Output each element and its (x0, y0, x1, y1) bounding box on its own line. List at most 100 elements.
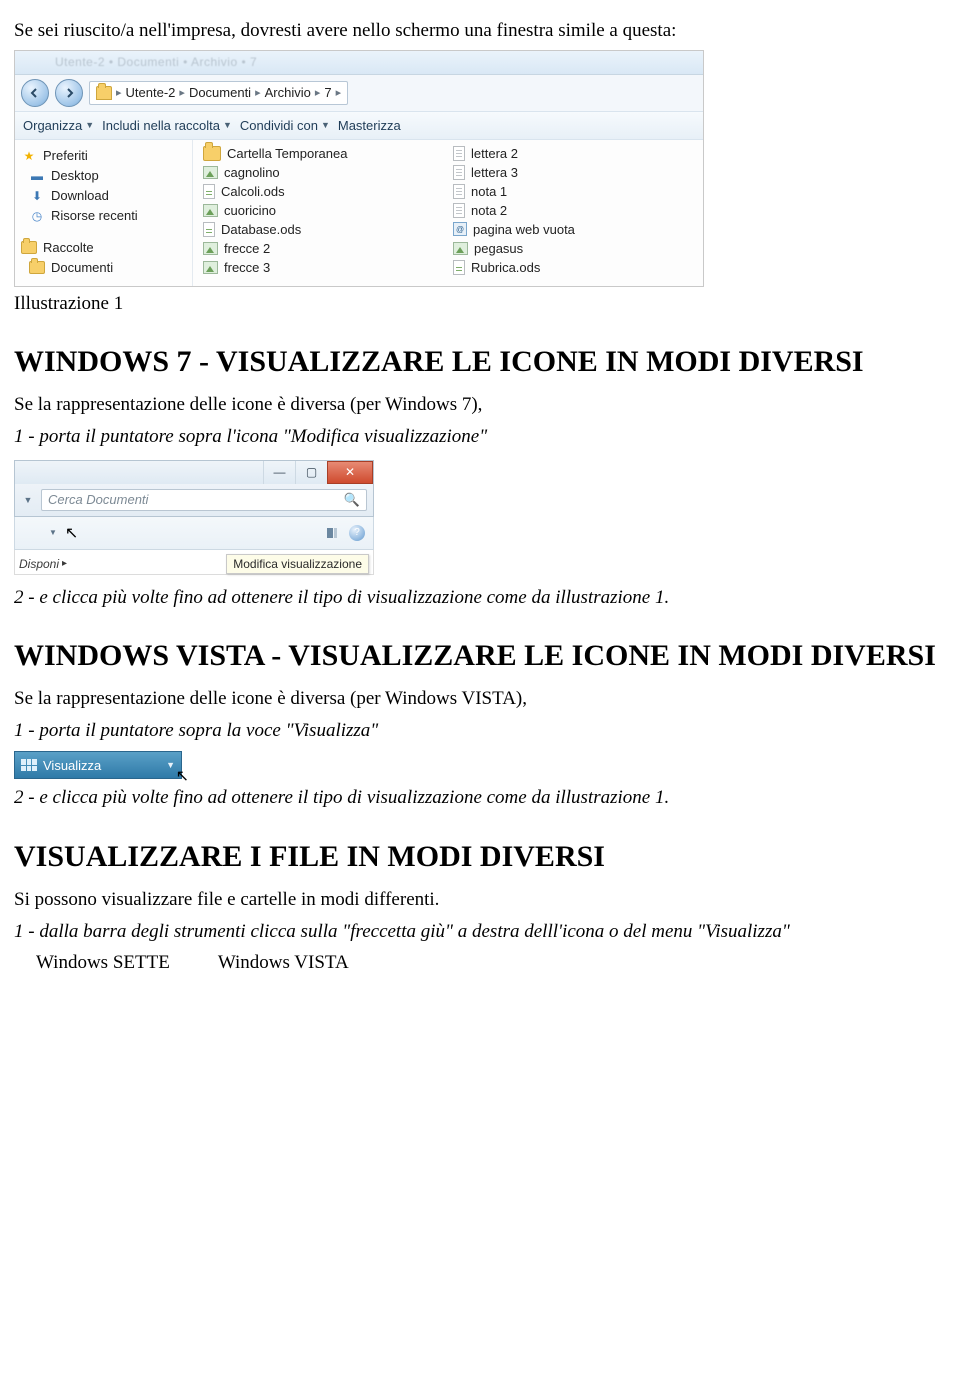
screenshot-visualizza-vista: Visualizza ▼ ↖ (14, 751, 182, 779)
instruction-step: 1 - dalla barra degli strumenti clicca s… (14, 919, 946, 945)
burn-button[interactable]: Masterizza (338, 118, 401, 133)
image-icon (203, 166, 218, 179)
chevron-right-icon: ▸ (255, 86, 261, 99)
folder-icon (203, 146, 221, 161)
footer-label-right: Windows VISTA (218, 952, 349, 974)
file-item[interactable]: Rubrica.ods (443, 258, 693, 277)
breadcrumb-item[interactable]: Utente-2 (126, 85, 176, 100)
share-menu[interactable]: Condividi con▼ (240, 118, 330, 133)
tooltip: Modifica visualizzazione (226, 554, 369, 574)
help-icon[interactable]: ? (349, 525, 365, 541)
preview-pane-icon[interactable] (327, 528, 337, 538)
chevron-right-icon: ▸ (336, 86, 342, 99)
image-icon (203, 204, 218, 217)
chevron-right-icon: ▸ (116, 86, 122, 99)
spreadsheet-icon (203, 222, 215, 237)
search-placeholder: Cerca Documenti (48, 492, 148, 507)
sidebar-item-desktop[interactable]: ▬Desktop (15, 166, 192, 186)
view-grid-icon (21, 759, 37, 771)
file-item[interactable]: @pagina web vuota (443, 220, 693, 239)
libraries-icon (21, 240, 37, 256)
file-item[interactable]: nota 2 (443, 201, 693, 220)
footer-labels: Windows SETTE Windows VISTA (36, 952, 946, 974)
spreadsheet-icon (453, 260, 465, 275)
toolbar: Organizza▼ Includi nella raccolta▼ Condi… (15, 112, 703, 140)
maximize-button[interactable]: ▢ (295, 461, 327, 484)
breadcrumb-item[interactable]: Documenti (189, 85, 251, 100)
sidebar: ★Preferiti ▬Desktop ⬇Download ◷Risorse r… (15, 140, 193, 286)
cursor-icon: ↖ (65, 523, 78, 543)
file-item[interactable]: pegasus (443, 239, 693, 258)
sidebar-favorites-header[interactable]: ★Preferiti (15, 146, 192, 166)
folder-icon (96, 86, 112, 100)
heading-win7-visualize: WINDOWS 7 - VISUALIZZARE LE ICONE IN MOD… (14, 344, 946, 380)
forward-button[interactable] (55, 79, 83, 107)
breadcrumb-item[interactable]: 7 (324, 85, 331, 100)
chevron-down-icon[interactable]: ▼ (49, 528, 57, 537)
window-buttons: — ▢ ✕ (14, 460, 374, 484)
image-icon (203, 242, 218, 255)
cursor-icon: ↖ (176, 766, 189, 786)
chevron-right-icon: ▸ (315, 86, 321, 99)
instruction-step: 1 - porta il puntatore sopra la voce "Vi… (14, 718, 946, 744)
file-item[interactable]: cuoricino (193, 201, 443, 220)
sidebar-item-documents[interactable]: Documenti (15, 258, 192, 278)
download-icon: ⬇ (29, 188, 45, 204)
heading-vista-visualize: WINDOWS VISTA - VISUALIZZARE LE ICONE IN… (14, 638, 946, 674)
folder-icon (29, 260, 45, 276)
arrange-label[interactable]: Disponi (19, 557, 59, 571)
arrange-row: Disponi ▸ Modifica visualizzazione (14, 550, 374, 575)
image-icon (453, 242, 468, 255)
sidebar-item-recent[interactable]: ◷Risorse recenti (15, 206, 192, 226)
chevron-down-icon[interactable]: ▼ (21, 495, 35, 505)
titlebar: Utente-2 • Documenti • Archivio • 7 (15, 51, 703, 75)
close-button[interactable]: ✕ (327, 461, 373, 484)
paragraph: Se la rappresentazione delle icone è div… (14, 686, 946, 712)
file-item[interactable]: Calcoli.ods (193, 182, 443, 201)
intro-text: Se sei riuscito/a nell'impresa, dovresti… (14, 18, 946, 44)
document-icon (453, 184, 465, 199)
chevron-down-icon: ▼ (321, 120, 330, 130)
chevron-down-icon: ▼ (85, 120, 94, 130)
titlebar-blur-text: Utente-2 • Documenti • Archivio • 7 (55, 55, 257, 69)
footer-label-left: Windows SETTE (36, 952, 170, 974)
breadcrumb-item[interactable]: Archivio (265, 85, 311, 100)
address-bar[interactable]: ▸ Utente-2 ▸ Documenti ▸ Archivio ▸ 7 ▸ (89, 81, 348, 105)
web-icon: @ (453, 222, 467, 236)
organize-menu[interactable]: Organizza▼ (23, 118, 94, 133)
paragraph: Se la rappresentazione delle icone è div… (14, 392, 946, 418)
paragraph: Si possono visualizzare file e cartelle … (14, 887, 946, 913)
screenshot-explorer-win7: Utente-2 • Documenti • Archivio • 7 ▸ Ut… (14, 50, 704, 287)
search-input[interactable]: Cerca Documenti 🔍 (41, 489, 367, 511)
file-item[interactable]: Cartella Temporanea (193, 144, 443, 163)
sidebar-item-download[interactable]: ⬇Download (15, 186, 192, 206)
nav-row: ▸ Utente-2 ▸ Documenti ▸ Archivio ▸ 7 ▸ (15, 75, 703, 112)
document-icon (453, 165, 465, 180)
document-icon (453, 203, 465, 218)
search-row: ▼ Cerca Documenti 🔍 (14, 484, 374, 517)
file-item[interactable]: frecce 2 (193, 239, 443, 258)
chevron-down-icon: ▼ (223, 120, 232, 130)
view-icons-row: ▼ ↖ ? (14, 517, 374, 550)
file-item[interactable]: nota 1 (443, 182, 693, 201)
file-item[interactable]: cagnolino (193, 163, 443, 182)
chevron-down-icon[interactable]: ▼ (166, 760, 175, 770)
view-thumbs-icon[interactable] (23, 526, 37, 540)
file-item[interactable]: lettera 2 (443, 144, 693, 163)
screenshot-view-button-win7: — ▢ ✕ ▼ Cerca Documenti 🔍 ▼ ↖ ? Disponi … (14, 460, 374, 575)
heading-visualize-files: VISUALIZZARE I FILE IN MODI DIVERSI (14, 839, 946, 875)
back-button[interactable] (21, 79, 49, 107)
file-item[interactable]: Database.ods (193, 220, 443, 239)
desktop-icon: ▬ (29, 168, 45, 184)
spreadsheet-icon (203, 184, 215, 199)
visualizza-button[interactable]: Visualizza (43, 758, 101, 773)
image-icon (203, 261, 218, 274)
file-item[interactable]: lettera 3 (443, 163, 693, 182)
file-item[interactable]: frecce 3 (193, 258, 443, 277)
instruction-step: 2 - e clicca più volte fino ad ottenere … (14, 585, 946, 611)
sidebar-libraries-header[interactable]: Raccolte (15, 238, 192, 258)
search-icon: 🔍 (344, 492, 360, 508)
include-menu[interactable]: Includi nella raccolta▼ (102, 118, 232, 133)
instruction-step: 1 - porta il puntatore sopra l'icona "Mo… (14, 424, 946, 450)
minimize-button[interactable]: — (263, 461, 295, 484)
